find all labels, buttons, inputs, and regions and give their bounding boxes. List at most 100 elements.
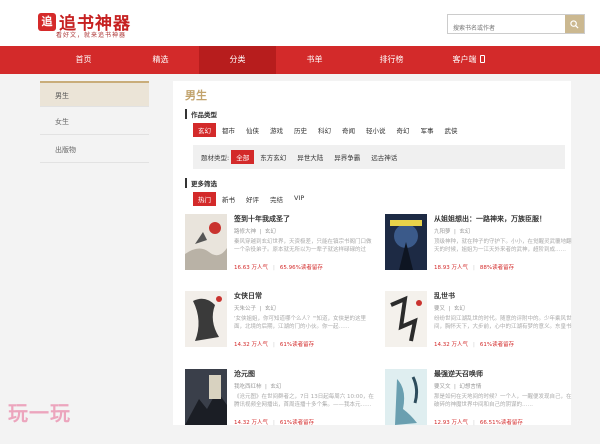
genre-tag[interactable]: 玄幻 xyxy=(193,123,216,137)
book-cover[interactable] xyxy=(185,214,227,270)
filter-section-title: 更多筛选 xyxy=(185,178,559,188)
sidebar-item-publications[interactable]: 出版物 xyxy=(40,137,149,163)
genre-tag[interactable]: 科幻 xyxy=(313,123,336,137)
book-popularity: 18.93 万人气 xyxy=(434,265,468,271)
book-popularity: 14.32 万人气 xyxy=(234,420,268,426)
book-title[interactable]: 签到十年我成圣了 xyxy=(234,214,290,224)
nav-item-category[interactable]: 分类 xyxy=(199,46,276,74)
book-genre: 玄幻 xyxy=(270,384,282,390)
book-author[interactable]: 天朱公子 xyxy=(234,306,256,312)
book-card[interactable]: 女侠日常 天朱公子 | 玄幻 '女侠姐姐，你可知道哪个么人？'"知道，女侠是的这… xyxy=(185,291,375,355)
book-retention: 66.51%读者留存 xyxy=(479,420,523,426)
nav-item-home[interactable]: 首页 xyxy=(45,46,122,74)
book-cover[interactable] xyxy=(385,369,427,425)
genre-tag[interactable]: 武侠 xyxy=(440,123,463,137)
book-genre: 玄幻 xyxy=(264,229,276,235)
subgenre-label: 题材类型: xyxy=(201,154,230,162)
book-title[interactable]: 乱世书 xyxy=(434,291,455,301)
book-stats: 16.63 万人气 | 65.96%读者留存 xyxy=(234,265,323,271)
watermark: 玩一玩 xyxy=(8,401,71,425)
nav-item-booklist[interactable]: 书单 xyxy=(276,46,353,74)
search-button[interactable] xyxy=(565,15,584,33)
genre-tag[interactable]: 奇幻 xyxy=(392,123,415,137)
book-card[interactable]: 签到十年我成圣了 路修大神 | 玄幻 秦风穿越到玄幻世界，天资极差，只能在镇宗书… xyxy=(185,214,375,278)
genre-tag[interactable]: 奇闻 xyxy=(337,123,360,137)
filter-tag[interactable]: 新书 xyxy=(217,192,240,206)
nav-item-client[interactable]: 客户端 xyxy=(430,46,507,74)
subgenre-tag[interactable]: 全部 xyxy=(231,150,255,164)
book-description: 秦风穿越到玄幻世界，天资极差，只能在镇宗书阁门口做一个杂役弟子。原本就无所以为一… xyxy=(234,239,372,253)
genre-tag[interactable]: 游戏 xyxy=(265,123,288,137)
book-meta: 九阳萝 | 玄幻 xyxy=(434,229,471,235)
book-description: 那是如何在天地间的时候？一个人，一醒便发现自己，在破碎的神魔世界中间和自己的阴谋… xyxy=(434,394,572,408)
book-popularity: 12.93 万人气 xyxy=(434,420,468,426)
book-retention: 88%读者留存 xyxy=(479,265,515,271)
brand-slogan: 看好文，就来追书神器 xyxy=(56,32,127,39)
filter-tag[interactable]: VIP xyxy=(289,192,309,206)
book-author[interactable]: 要又 xyxy=(434,306,445,312)
book-genre: 玄幻 xyxy=(264,306,276,312)
book-card[interactable]: 最强逆天召唤师 要又文 | 幻想言情 那是如何在天地间的时候？一个人，一醒便发现… xyxy=(385,369,575,433)
book-title[interactable]: 女侠日常 xyxy=(234,291,262,301)
genre-section-title: 作品类型 xyxy=(185,109,559,119)
book-title[interactable]: 最强逆天召唤师 xyxy=(434,369,483,379)
book-cover[interactable] xyxy=(385,291,427,347)
subgenre-tag[interactable]: 异世大陆 xyxy=(292,150,328,164)
book-popularity: 14.32 万人气 xyxy=(434,342,468,348)
genre-tag[interactable]: 仙侠 xyxy=(241,123,264,137)
book-popularity: 14.32 万人气 xyxy=(234,342,268,348)
nav-item-featured[interactable]: 精选 xyxy=(122,46,199,74)
genre-tag[interactable]: 历史 xyxy=(289,123,312,137)
book-retention: 61%读者留存 xyxy=(479,342,515,348)
book-title[interactable]: 从姐姐想出：一路神来，万族臣服！ xyxy=(434,214,546,224)
book-cover[interactable] xyxy=(185,291,227,347)
sidebar-item-male[interactable]: 男生 xyxy=(40,81,149,107)
book-description: 顶级神种，就在种子的守护下。小小，在觉醒灵武覆地翻天的时候，姐姐为一江天外来者的… xyxy=(434,239,572,253)
book-card[interactable]: 沧元图 我吃西红柿 | 玄幻 《沧元图》在世间群者之，7日 13日起每周六 10… xyxy=(185,369,375,433)
subgenre-tag[interactable]: 东方玄幻 xyxy=(255,150,291,164)
book-description: 纷纷世间江湖乱世的时代。随意的评附中的。少年乘风世间，胸怀天下，大步前，心中的江… xyxy=(434,316,572,330)
book-genre: 幻想言情 xyxy=(459,384,482,390)
header: 追 追书神器 看好文，就来追书神器 xyxy=(0,0,600,46)
genre-tag[interactable]: 都市 xyxy=(217,123,240,137)
book-stats: 18.93 万人气 | 88%读者留存 xyxy=(434,265,515,271)
book-list: 签到十年我成圣了 路修大神 | 玄幻 秦风穿越到玄幻世界，天资极差，只能在镇宗书… xyxy=(185,214,572,444)
book-stats: 14.32 万人气 | 61%读者留存 xyxy=(434,342,515,348)
genre-tag[interactable]: 轻小说 xyxy=(361,123,391,137)
page-title: 男生 xyxy=(185,89,207,102)
book-genre: 玄幻 xyxy=(453,306,465,312)
book-meta: 要又文 | 幻想言情 xyxy=(434,384,482,390)
search-icon xyxy=(570,19,579,29)
search-box xyxy=(447,14,585,38)
book-stats: 14.32 万人气 | 61%读者留存 xyxy=(234,342,315,348)
book-title[interactable]: 沧元图 xyxy=(234,369,255,379)
filter-tag[interactable]: 热门 xyxy=(193,192,216,206)
book-description: 《沧元图》在世间群者之，7日 13日起每周六 10:00，在腾讯视频全网播出，首… xyxy=(234,394,374,408)
subgenre-tag[interactable]: 远古神话 xyxy=(366,150,402,164)
book-cover[interactable] xyxy=(185,369,227,425)
search-input[interactable] xyxy=(448,19,566,38)
book-meta: 我吃西红柿 | 玄幻 xyxy=(234,384,282,390)
book-genre: 玄幻 xyxy=(459,229,471,235)
book-popularity: 16.63 万人气 xyxy=(234,265,268,271)
book-card[interactable]: 从姐姐想出：一路神来，万族臣服！ 九阳萝 | 玄幻 顶级神种，就在种子的守护下。… xyxy=(385,214,575,278)
subgenre-tag[interactable]: 异界争霸 xyxy=(329,150,365,164)
filter-tag[interactable]: 好评 xyxy=(241,192,264,206)
book-cover[interactable] xyxy=(385,214,427,270)
sidebar: 男生 女生 出版物 xyxy=(40,81,149,165)
book-author[interactable]: 九阳萝 xyxy=(434,229,451,235)
book-retention: 65.96%读者留存 xyxy=(279,265,323,271)
genre-tag[interactable]: 军事 xyxy=(416,123,439,137)
book-author[interactable]: 路修大神 xyxy=(234,229,256,235)
nav-item-ranking[interactable]: 排行榜 xyxy=(353,46,430,74)
book-author[interactable]: 我吃西红柿 xyxy=(234,384,262,390)
book-retention: 61%读者留存 xyxy=(279,420,315,426)
book-author[interactable]: 要又文 xyxy=(434,384,451,390)
book-card[interactable]: 乱世书 要又 | 玄幻 纷纷世间江湖乱世的时代。随意的评附中的。少年乘风世间，胸… xyxy=(385,291,575,355)
book-meta: 路修大神 | 玄幻 xyxy=(234,229,276,235)
sidebar-item-female[interactable]: 女生 xyxy=(40,109,149,135)
main-content: 男生 作品类型 玄幻 都市 仙侠 游戏 历史 科幻 奇闻 轻小说 奇幻 军事 武… xyxy=(173,81,572,426)
book-retention: 61%读者留存 xyxy=(279,342,315,348)
filter-tag[interactable]: 完结 xyxy=(265,192,288,206)
phone-icon xyxy=(479,55,485,63)
